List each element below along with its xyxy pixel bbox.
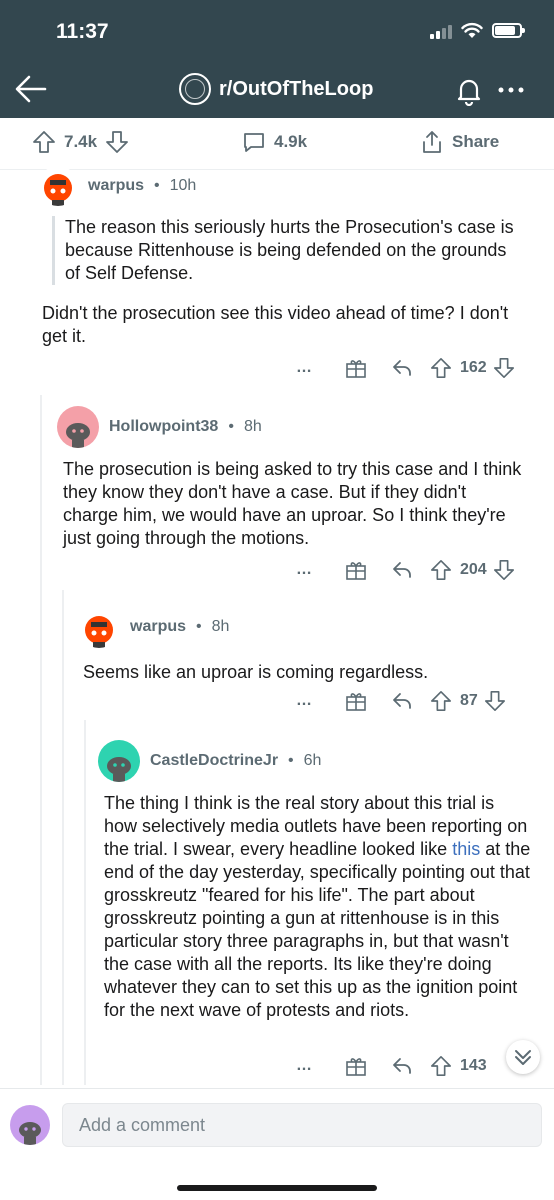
separator-dot: •: [228, 418, 234, 435]
comment-author[interactable]: Hollowpoint38: [109, 418, 218, 436]
comment-score: 143: [460, 1057, 487, 1074]
separator-dot: •: [196, 618, 202, 635]
thread-line: [40, 395, 42, 1085]
downvote-icon[interactable]: [493, 357, 515, 379]
more-options-button[interactable]: …: [296, 692, 322, 710]
comment-bubble-icon: [244, 133, 264, 152]
comment-time: 10h: [169, 177, 197, 194]
comment-author[interactable]: warpus: [130, 618, 186, 636]
more-options-button[interactable]: …: [296, 359, 322, 377]
comment-link[interactable]: this: [452, 839, 480, 859]
comment-body: The thing I think is the real story abou…: [104, 792, 532, 1022]
comment-actions: … 143: [296, 1054, 487, 1078]
award-icon[interactable]: [344, 1054, 368, 1078]
more-options-button[interactable]: …: [296, 1057, 322, 1075]
collapse-thread-button[interactable]: [506, 1040, 540, 1074]
snoo-avatar-icon: [85, 616, 113, 648]
comment-header: Hollowpoint38 • 8h: [57, 406, 262, 448]
comment-quote: The reason this seriously hurts the Pros…: [52, 216, 522, 285]
current-user-avatar[interactable]: [10, 1105, 50, 1145]
comment-body: Seems like an uproar is coming regardles…: [83, 662, 429, 682]
avatar[interactable]: [98, 740, 140, 782]
reply-icon[interactable]: [390, 558, 414, 582]
upvote-icon[interactable]: [430, 559, 452, 581]
award-icon[interactable]: [344, 558, 368, 582]
award-icon[interactable]: [344, 356, 368, 380]
separator-dot: •: [288, 752, 294, 769]
comment-header: warpus • 8h: [78, 606, 229, 648]
comment-score: 87: [460, 692, 478, 709]
more-options-button[interactable]: …: [296, 561, 322, 579]
thread-line: [84, 720, 86, 1085]
avatar[interactable]: [78, 606, 120, 648]
cellular-signal-icon: [430, 23, 452, 39]
more-options-icon[interactable]: [496, 80, 526, 100]
share-icon: [423, 131, 441, 153]
comment-actions: … 162: [296, 356, 515, 380]
downvote-icon[interactable]: [493, 559, 515, 581]
post-comments-button[interactable]: 4.9k: [242, 130, 307, 154]
add-comment-input[interactable]: Add a comment: [62, 1103, 542, 1147]
comment-body: Didn't the prosecution see this video ah…: [42, 303, 509, 346]
separator-dot: •: [154, 177, 160, 194]
reply-icon[interactable]: [390, 689, 414, 713]
upvote-icon[interactable]: [430, 357, 452, 379]
reply-icon[interactable]: [390, 356, 414, 380]
comment-header: warpus • 10h: [38, 166, 196, 206]
post-vote-group: 7.4k: [32, 130, 129, 154]
subreddit-title[interactable]: r/OutOfTheLoop: [179, 73, 373, 105]
comment-score: 162: [460, 359, 487, 376]
home-indicator: [177, 1185, 377, 1191]
comment-time: 8h: [211, 618, 230, 635]
award-icon[interactable]: [344, 689, 368, 713]
share-button[interactable]: Share: [420, 130, 499, 154]
double-chevron-down-icon: [515, 1050, 531, 1065]
post-action-bar: 7.4k 4.9k Share: [0, 118, 554, 170]
comment-author[interactable]: warpus: [88, 177, 144, 195]
wifi-icon: [461, 22, 483, 38]
bell-icon[interactable]: [454, 76, 484, 106]
comment-body-text: at the end of the day yesterday, specifi…: [104, 839, 531, 1020]
app-header: 11:37 r/OutOfTheLoop: [0, 0, 554, 118]
comment-actions: … 204: [296, 558, 515, 582]
downvote-icon[interactable]: [105, 130, 129, 154]
share-label: Share: [452, 132, 500, 151]
comment-time: 8h: [243, 418, 262, 435]
thread-line: [62, 590, 64, 1085]
upvote-icon[interactable]: [32, 130, 56, 154]
post-score: 7.4k: [64, 132, 98, 151]
snoo-avatar-icon: [66, 423, 90, 448]
comment-time: 6h: [303, 752, 322, 769]
avatar[interactable]: [38, 166, 78, 206]
post-comment-count: 4.9k: [274, 132, 308, 151]
snoo-avatar-icon: [107, 757, 131, 782]
avatar[interactable]: [57, 406, 99, 448]
comment-composer-bar: Add a comment: [0, 1088, 554, 1200]
status-time: 11:37: [56, 20, 109, 43]
back-arrow-icon[interactable]: [14, 74, 48, 104]
battery-icon: [492, 23, 525, 38]
downvote-icon[interactable]: [484, 690, 506, 712]
upvote-icon[interactable]: [430, 690, 452, 712]
upvote-icon[interactable]: [430, 1055, 452, 1077]
snoo-avatar-icon: [19, 1122, 41, 1145]
comment-actions: … 87: [296, 689, 506, 713]
comment-score: 204: [460, 561, 487, 578]
comment-header: CastleDoctrineJr • 6h: [98, 740, 321, 782]
status-icons: [430, 22, 525, 39]
snoo-avatar-icon: [44, 174, 72, 206]
subreddit-name: r/OutOfTheLoop: [219, 77, 374, 100]
comment-body: The prosecution is being asked to try th…: [63, 459, 522, 548]
comment-author[interactable]: CastleDoctrineJr: [150, 752, 278, 770]
reply-icon[interactable]: [390, 1054, 414, 1078]
subreddit-logo-icon: [179, 73, 211, 105]
